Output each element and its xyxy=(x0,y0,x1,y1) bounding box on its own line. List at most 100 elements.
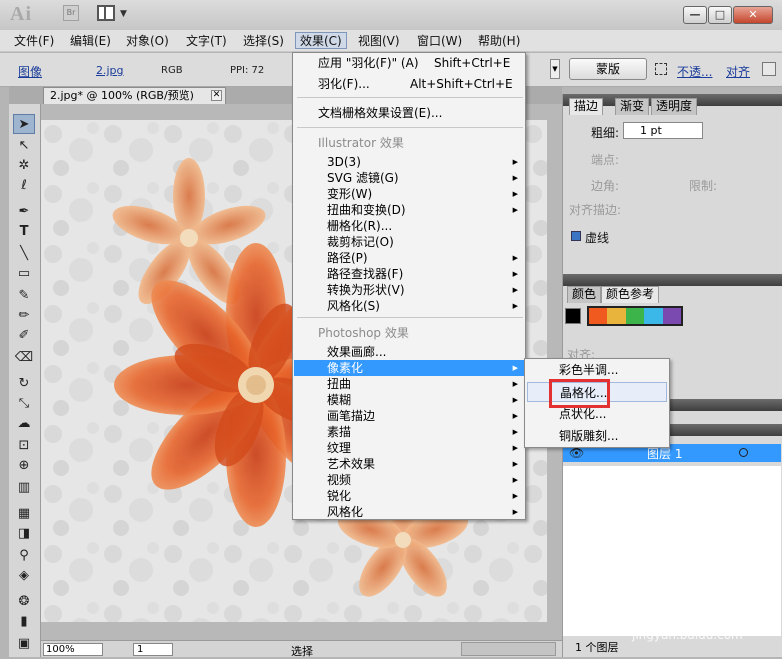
menu-item-distort-transform[interactable]: 扭曲和变换(D) ▶ xyxy=(294,202,524,218)
menu-item-blur[interactable]: 模糊 ▶ xyxy=(294,392,524,408)
menu-item-mezzotint[interactable]: 铜版雕刻... xyxy=(527,426,667,446)
base-color-swatch[interactable] xyxy=(565,308,581,324)
tab-transparency[interactable]: 透明度 xyxy=(651,98,698,115)
blob-brush-tool-icon[interactable]: ✐ xyxy=(13,326,35,346)
close-button[interactable]: ✕ xyxy=(733,6,773,24)
eraser-tool-icon[interactable]: ⌫ xyxy=(13,348,35,368)
rectangle-tool-icon[interactable]: ▭ xyxy=(13,264,35,284)
panel-menu-icon[interactable] xyxy=(762,62,776,76)
menu-effect[interactable]: 效果(C) xyxy=(295,32,347,49)
menu-item-artistic[interactable]: 艺术效果 ▶ xyxy=(294,456,524,472)
blend-tool-icon[interactable]: ◈ xyxy=(13,566,35,586)
arrange-documents-button[interactable]: ▼ xyxy=(97,5,133,22)
image-label[interactable]: 图像 xyxy=(18,63,42,80)
scale-tool-icon[interactable]: ⤡ xyxy=(13,394,35,414)
document-tab[interactable]: 2.jpg* @ 100% (RGB/预览) ✕ xyxy=(43,87,226,104)
menu-item-3d[interactable]: 3D(3) ▶ xyxy=(294,154,524,170)
opacity-link[interactable]: 不透... xyxy=(677,63,712,80)
align-link[interactable]: 对齐 xyxy=(726,63,750,80)
menu-help[interactable]: 帮助(H) xyxy=(474,33,524,50)
line-tool-icon[interactable]: ╲ xyxy=(13,244,35,264)
menu-item-convert-to-shape[interactable]: 转换为形状(V) ▶ xyxy=(294,282,524,298)
menu-item-rasterize[interactable]: 栅格化(R)... xyxy=(294,218,524,234)
graph-tool-icon[interactable]: ▥ xyxy=(13,478,35,498)
dashed-checkbox[interactable] xyxy=(571,231,581,241)
page-field[interactable]: 1 xyxy=(133,643,173,656)
chevron-right-icon: ▶ xyxy=(512,158,518,166)
horizontal-scrollbar[interactable] xyxy=(461,642,556,656)
chevron-right-icon: ▶ xyxy=(512,476,518,484)
eyedropper-tool-icon[interactable]: ⚲ xyxy=(13,546,35,566)
type-tool-icon[interactable]: T xyxy=(13,222,35,242)
menu-item-sketch[interactable]: 素描 ▶ xyxy=(294,424,524,440)
chevron-right-icon: ▶ xyxy=(512,302,518,310)
weight-field[interactable]: 1 pt xyxy=(623,122,703,139)
menu-select[interactable]: 选择(S) xyxy=(239,33,288,50)
harmony-swatches[interactable] xyxy=(587,306,683,326)
menu-item-feather[interactable]: 羽化(F)... Alt+Shift+Ctrl+E xyxy=(294,76,524,92)
menu-item-texture[interactable]: 纹理 ▶ xyxy=(294,440,524,456)
warp-tool-icon[interactable]: ☁ xyxy=(13,414,35,434)
tab-color-guide[interactable]: 颜色参考 xyxy=(601,286,660,303)
minimize-button[interactable]: — xyxy=(683,6,707,24)
shortcut: Alt+Shift+Ctrl+E xyxy=(410,77,513,91)
direct-selection-tool-icon[interactable]: ↖ xyxy=(13,136,35,156)
mask-button[interactable]: 蒙版 xyxy=(569,58,647,80)
maximize-button[interactable]: □ xyxy=(708,6,732,24)
menu-file[interactable]: 文件(F) xyxy=(10,33,58,50)
transform-icon[interactable] xyxy=(655,63,667,75)
menu-item-svg-filters[interactable]: SVG 滤镜(G) ▶ xyxy=(294,170,524,186)
menu-item-sharpen[interactable]: 锐化 ▶ xyxy=(294,488,524,504)
chevron-right-icon: ▶ xyxy=(512,380,518,388)
rotate-tool-icon[interactable]: ↻ xyxy=(13,374,35,394)
magic-wand-tool-icon[interactable]: ✲ xyxy=(13,156,35,176)
paintbrush-tool-icon[interactable]: ✎ xyxy=(13,286,35,306)
menu-item-pixelate[interactable]: 像素化 ▶ xyxy=(294,360,524,376)
menu-item-apply-feather[interactable]: 应用 "羽化(F)" (A) Shift+Ctrl+E xyxy=(294,55,524,71)
menu-item-video[interactable]: 视频 ▶ xyxy=(294,472,524,488)
menu-window[interactable]: 窗口(W) xyxy=(413,33,466,50)
corner-label: 边角: xyxy=(591,179,620,193)
menu-item-effect-gallery[interactable]: 效果画廊... xyxy=(294,344,524,360)
pen-tool-icon[interactable]: ✒ xyxy=(13,202,35,222)
menu-item-stylize[interactable]: 风格化(S) ▶ xyxy=(294,298,524,314)
menu-item-pathfinder[interactable]: 路径查找器(F) ▶ xyxy=(294,266,524,282)
artboard-tool-icon[interactable]: ▣ xyxy=(13,634,35,654)
chevron-right-icon: ▶ xyxy=(512,254,518,262)
menu-item-crop-marks[interactable]: 裁剪标记(O) xyxy=(294,234,524,250)
menu-type[interactable]: 文字(T) xyxy=(182,33,231,50)
eye-icon[interactable]: 👁 xyxy=(569,446,584,460)
mesh-tool-icon[interactable]: ▦ xyxy=(13,504,35,524)
shape-builder-tool-icon[interactable]: ⊕ xyxy=(13,456,35,476)
free-transform-tool-icon[interactable]: ⊡ xyxy=(13,436,35,456)
file-name-link[interactable]: 2.jpg xyxy=(96,64,124,77)
target-icon[interactable] xyxy=(739,448,748,457)
menu-item-color-halftone[interactable]: 彩色半调... xyxy=(527,360,667,380)
close-icon[interactable]: ✕ xyxy=(211,90,222,101)
tab-color[interactable]: 颜色 xyxy=(567,286,602,303)
selection-tool-icon[interactable]: ➤ xyxy=(13,114,35,134)
menu-item-path[interactable]: 路径(P) ▶ xyxy=(294,250,524,266)
zoom-field[interactable]: 100% xyxy=(43,643,103,656)
menu-item-stylize-ps[interactable]: 风格化 ▶ xyxy=(294,504,524,520)
tab-stroke[interactable]: 描边 xyxy=(569,98,604,115)
pencil-tool-icon[interactable]: ✏ xyxy=(13,306,35,326)
chevron-down-icon[interactable]: ▼ xyxy=(550,59,560,79)
symbol-sprayer-tool-icon[interactable]: ❂ xyxy=(13,592,35,612)
chevron-right-icon: ▶ xyxy=(512,428,518,436)
menu-item-distort[interactable]: 扭曲 ▶ xyxy=(294,376,524,392)
chevron-right-icon: ▶ xyxy=(512,364,518,372)
separator xyxy=(297,97,523,98)
ppi-value: PPI: 72 xyxy=(230,65,265,76)
menu-object[interactable]: 对象(O) xyxy=(122,33,173,50)
menu-edit[interactable]: 编辑(E) xyxy=(66,33,115,50)
column-graph-tool-icon[interactable]: ▮ xyxy=(13,612,35,632)
tab-gradient[interactable]: 渐变 xyxy=(615,98,650,115)
gradient-tool-icon[interactable]: ◨ xyxy=(13,524,35,544)
bridge-button[interactable]: Br xyxy=(63,5,79,21)
menu-view[interactable]: 视图(V) xyxy=(354,33,404,50)
lasso-tool-icon[interactable]: ℓ xyxy=(13,176,35,196)
menu-item-brush-strokes[interactable]: 画笔描边 ▶ xyxy=(294,408,524,424)
menu-item-raster-settings[interactable]: 文档栅格效果设置(E)... xyxy=(294,105,524,121)
menu-item-warp[interactable]: 变形(W) ▶ xyxy=(294,186,524,202)
